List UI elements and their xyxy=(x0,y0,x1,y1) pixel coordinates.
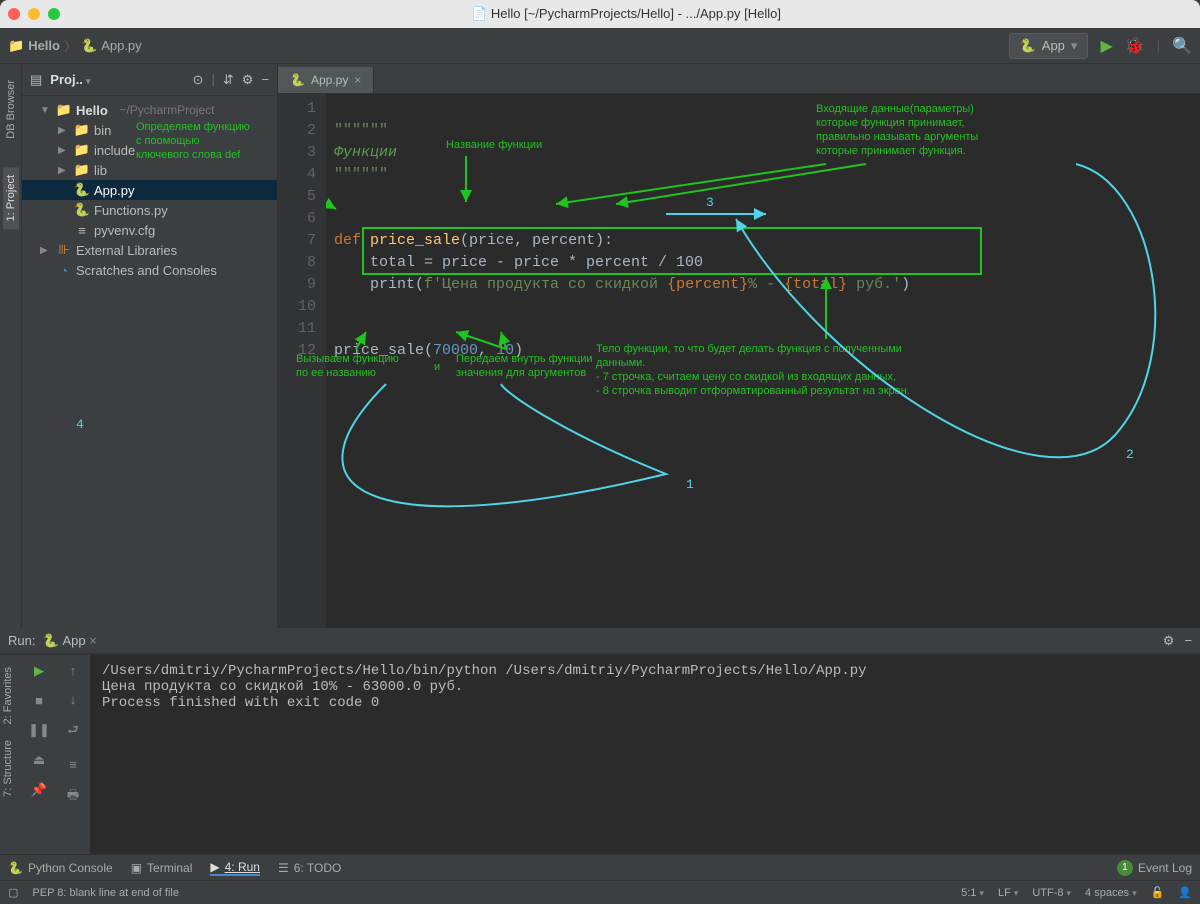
event-count-badge: 1 xyxy=(1117,860,1133,876)
tree-external-libs[interactable]: ▶⊪External Libraries xyxy=(22,240,277,260)
annotation-num-3: 3 xyxy=(706,192,714,214)
tree-file-functions[interactable]: 🐍Functions.py xyxy=(22,200,277,220)
hide-icon[interactable]: − xyxy=(261,72,269,87)
annotation-name: Название функции xyxy=(446,138,542,152)
inspection-icon[interactable]: 👤 xyxy=(1178,886,1192,899)
minimize-window-button[interactable] xyxy=(28,8,40,20)
favorites-tab[interactable]: 2: Favorites xyxy=(0,659,16,732)
project-tool-window: ▤ Proj.. ⊙ | ⇵ ⚙ − ▼📁Hello ~/PycharmProj… xyxy=(22,64,278,628)
window-controls xyxy=(8,8,60,20)
status-bar: ▢ PEP 8: blank line at end of file 5:1 L… xyxy=(0,880,1200,904)
titlebar: 📄 Hello [~/PycharmProjects/Hello] - .../… xyxy=(0,0,1200,28)
project-view-icon: ▤ xyxy=(30,72,42,88)
run-label: Run: xyxy=(8,633,35,648)
project-tree[interactable]: ▼📁Hello ~/PycharmProject ▶📁bin ▶📁include… xyxy=(22,96,277,284)
terminal-tab[interactable]: ▣Terminal xyxy=(131,861,193,875)
indent-selector[interactable]: 4 spaces xyxy=(1085,887,1137,899)
annotation-num-2: 2 xyxy=(1126,444,1134,466)
python-icon: 🐍 xyxy=(1020,38,1036,54)
navigation-bar: 📁 Hello 〉 🐍 App.py 🐍 App ▾ ▶ 🐞 | 🔍 xyxy=(0,28,1200,64)
window-title: 📄 Hello [~/PycharmProjects/Hello] - .../… xyxy=(60,6,1192,22)
run-tool-window: 2: Favorites 7: Structure ▶ ■ ❚❚ ⏏ 📌 ↑ ↓… xyxy=(0,654,1200,854)
console-line: Process finished with exit code 0 xyxy=(102,695,1188,711)
python-console-tab[interactable]: 🐍Python Console xyxy=(8,861,113,875)
run-tool-header: Run: 🐍 App × ⚙ − xyxy=(0,628,1200,654)
close-tab-icon[interactable]: × xyxy=(354,73,361,87)
run-toolbar-mid: ↑ ↓ ⮐ ≡ 🖶 xyxy=(56,655,90,854)
down-button[interactable]: ↓ xyxy=(70,692,77,707)
python-icon: 🐍 xyxy=(43,633,59,649)
annotation-body: Тело функции, то что будет делать функци… xyxy=(596,342,1076,398)
run-tab-name[interactable]: App xyxy=(63,633,86,648)
pause-button[interactable]: ❚❚ xyxy=(28,722,50,738)
annotation-num-1: 1 xyxy=(686,474,694,496)
console-line: Цена продукта со скидкой 10% - 63000.0 р… xyxy=(102,679,1188,695)
db-browser-tab[interactable]: DB Browser xyxy=(3,72,19,147)
tree-root[interactable]: ▼📁Hello ~/PycharmProject xyxy=(22,100,277,120)
line-ending-selector[interactable]: LF xyxy=(998,887,1018,899)
run-button[interactable]: ▶ xyxy=(1100,36,1112,56)
tree-file-pyvenv[interactable]: ≡pyvenv.cfg xyxy=(22,220,277,240)
annotation-and: и xyxy=(434,360,440,374)
chevron-down-icon: ▾ xyxy=(1071,38,1078,54)
status-message: PEP 8: blank line at end of file xyxy=(32,887,179,899)
breadcrumb-project[interactable]: Hello xyxy=(28,38,60,53)
maximize-window-button[interactable] xyxy=(48,8,60,20)
pin-button[interactable]: 📌 xyxy=(31,782,47,798)
event-log-tab[interactable]: 1 Event Log xyxy=(1117,860,1192,876)
run-tab[interactable]: ▶4: Run xyxy=(210,860,260,876)
rerun-button[interactable]: ▶ xyxy=(34,663,44,679)
target-icon[interactable]: ⊙ xyxy=(193,72,204,88)
editor-area: 🐍 App.py × 123456789101112 """""" Функци… xyxy=(278,64,1200,628)
python-file-icon: 🐍 xyxy=(290,73,305,87)
left-tool-stripe: DB Browser 1: Project xyxy=(0,64,22,628)
status-icon[interactable]: ▢ xyxy=(8,886,18,899)
up-button[interactable]: ↑ xyxy=(70,663,77,678)
exit-button[interactable]: ⏏ xyxy=(33,752,45,768)
tree-folder-bin[interactable]: ▶📁bin xyxy=(22,120,277,140)
console-line: /Users/dmitriy/PycharmProjects/Hello/bin… xyxy=(102,663,1188,679)
print-button[interactable]: 🖶 xyxy=(67,786,79,808)
settings-gear-icon[interactable]: ⚙ xyxy=(242,72,254,88)
code-editor[interactable]: 123456789101112 """""" Функции """""" de… xyxy=(278,94,1200,628)
stop-button[interactable]: ■ xyxy=(35,693,43,708)
cursor-position[interactable]: 5:1 xyxy=(961,887,984,899)
search-button[interactable]: 🔍 xyxy=(1172,36,1192,56)
tree-folder-include[interactable]: ▶📁include xyxy=(22,140,277,160)
collapse-icon[interactable]: ⇵ xyxy=(223,72,234,88)
tree-scratches[interactable]: ◔Scratches and Consoles xyxy=(22,260,277,280)
line-gutter[interactable]: 123456789101112 xyxy=(278,94,326,628)
breadcrumb[interactable]: 📁 Hello 〉 🐍 App.py xyxy=(8,36,142,55)
debug-button[interactable]: 🐞 xyxy=(1125,36,1145,56)
run-config-selector[interactable]: 🐍 App ▾ xyxy=(1009,33,1089,59)
tree-folder-lib[interactable]: ▶📁lib xyxy=(22,160,277,180)
editor-tabs: 🐍 App.py × xyxy=(278,64,1200,94)
close-run-tab-icon[interactable]: × xyxy=(89,633,97,648)
folder-icon: 📁 xyxy=(8,38,24,54)
separator: | xyxy=(1157,38,1160,53)
annotation-params: Входящие данные(параметры) которые функц… xyxy=(816,102,1076,158)
bottom-tool-stripe: 🐍Python Console ▣Terminal ▶4: Run ☰6: TO… xyxy=(0,854,1200,880)
python-file-icon: 🐍 xyxy=(81,38,97,54)
wrap-button[interactable]: ⮐ xyxy=(67,721,79,743)
todo-tab[interactable]: ☰6: TODO xyxy=(278,861,341,875)
tree-file-app[interactable]: 🐍App.py xyxy=(22,180,277,200)
run-settings-gear-icon[interactable]: ⚙ xyxy=(1163,633,1175,649)
breadcrumb-file[interactable]: App.py xyxy=(101,38,141,53)
project-view-selector[interactable]: Proj.. xyxy=(50,72,184,87)
left-tool-stripe-bottom: 2: Favorites 7: Structure xyxy=(0,655,22,854)
structure-tab[interactable]: 7: Structure xyxy=(0,732,16,805)
close-window-button[interactable] xyxy=(8,8,20,20)
encoding-selector[interactable]: UTF-8 xyxy=(1032,887,1071,899)
editor-tab-app[interactable]: 🐍 App.py × xyxy=(278,67,374,93)
lock-icon[interactable]: 🔓 xyxy=(1151,886,1165,899)
run-hide-icon[interactable]: − xyxy=(1184,633,1192,649)
scroll-button[interactable]: ≡ xyxy=(69,757,77,772)
annotation-arrows xyxy=(326,94,1200,628)
run-toolbar-left: ▶ ■ ❚❚ ⏏ 📌 xyxy=(22,655,56,854)
run-console[interactable]: /Users/dmitriy/PycharmProjects/Hello/bin… xyxy=(90,655,1200,854)
project-tab[interactable]: 1: Project xyxy=(3,167,19,229)
